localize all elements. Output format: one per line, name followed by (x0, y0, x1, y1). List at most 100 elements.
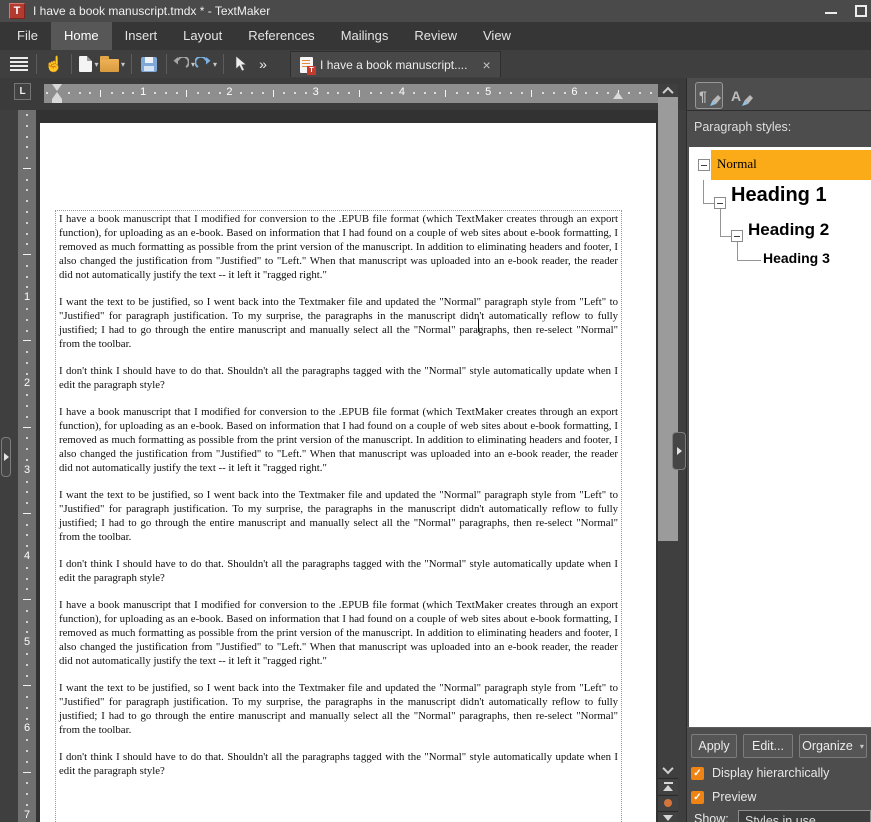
tab-stop-selector[interactable]: L (14, 83, 31, 100)
style-item-heading-2[interactable]: Heading 2 (748, 220, 829, 240)
option-preview[interactable]: ✓Preview (691, 789, 756, 805)
ruler-tick (467, 92, 469, 94)
character-styles-tab[interactable]: A (727, 82, 755, 109)
ruler-tick (628, 92, 630, 94)
ruler-number: 3 (18, 464, 36, 476)
undo-button[interactable]: ▾ (173, 52, 195, 76)
ruler-tick (26, 222, 28, 224)
paragraph[interactable]: I want the text to be justified, so I we… (59, 681, 618, 737)
apply-button[interactable]: Apply (691, 734, 737, 758)
tree-collapse-icon[interactable] (731, 230, 743, 242)
tree-connector (703, 180, 704, 204)
paragraph-styles-list[interactable]: Normal Heading 1 Heading 2 Heading 3 (689, 147, 871, 727)
ruler-tick (26, 146, 28, 148)
hanging-indent-marker[interactable] (52, 92, 62, 99)
browse-object-button[interactable] (658, 795, 678, 810)
chevron-down-icon[interactable]: ▾ (94, 60, 98, 69)
style-item-normal[interactable]: Normal (717, 156, 757, 172)
ruler-tick (26, 524, 28, 526)
open-button[interactable]: ▾ (100, 52, 125, 76)
toolbar-separator (36, 54, 37, 74)
save-button[interactable] (138, 52, 160, 76)
paragraph-styles-tab[interactable]: ¶ (695, 82, 723, 109)
menu-item-insert[interactable]: Insert (112, 22, 171, 50)
maximize-button[interactable] (848, 0, 871, 22)
menu-item-view[interactable]: View (470, 22, 524, 50)
menu-item-references[interactable]: References (235, 22, 327, 50)
first-line-indent-marker[interactable] (52, 84, 62, 91)
organize-button[interactable]: Organize ▾ (799, 734, 867, 758)
object-mode-button[interactable] (230, 52, 252, 76)
text-frame[interactable]: I have a book manuscript that I modified… (55, 210, 622, 822)
right-sidebar-toggle[interactable] (672, 432, 686, 470)
paragraph[interactable]: I want the text to be justified, so I we… (59, 488, 618, 544)
tab-close-icon[interactable]: × (482, 57, 490, 73)
menu-item-mailings[interactable]: Mailings (328, 22, 402, 50)
option-display-hierarchically[interactable]: ✓Display hierarchically (691, 765, 829, 781)
paragraph[interactable]: I don't think I should have to do that. … (59, 750, 618, 778)
new-document-button[interactable]: ▾ (78, 52, 100, 76)
ruler-tick (26, 405, 28, 407)
ruler-tick (26, 696, 28, 698)
ruler-tick (240, 92, 242, 94)
paragraph[interactable]: I have a book manuscript that I modified… (59, 598, 618, 668)
left-indent-marker[interactable] (52, 99, 62, 103)
paragraph[interactable]: I have a book manuscript that I modified… (59, 405, 618, 475)
style-item-heading-1[interactable]: Heading 1 (731, 184, 827, 207)
ruler-tick (26, 233, 28, 235)
ruler-tick (26, 351, 28, 353)
redo-button[interactable]: ▾ (195, 52, 217, 76)
chevron-down-icon[interactable]: ▾ (213, 60, 217, 69)
show-filter-select[interactable]: Styles in use (738, 810, 871, 822)
paragraph[interactable]: I want the text to be justified, so I we… (59, 295, 618, 351)
ruler-tick (262, 92, 264, 94)
character-style-icon: A (731, 87, 751, 105)
checkbox-checked-icon[interactable]: ✓ (691, 791, 704, 804)
next-page-button[interactable] (658, 811, 678, 822)
ruler-tick (585, 92, 587, 94)
ruler-tick (26, 675, 28, 677)
previous-page-button[interactable] (658, 778, 678, 794)
ruler-tick (337, 92, 339, 94)
ruler-tick (359, 90, 360, 97)
ruler-tick (23, 685, 31, 686)
bar-icon (664, 782, 673, 784)
left-sidebar-toggle[interactable] (1, 437, 11, 477)
ruler-tick (26, 610, 28, 612)
ruler-number: 1 (18, 291, 36, 303)
checkbox-checked-icon[interactable]: ✓ (691, 767, 704, 780)
right-indent-marker[interactable] (613, 92, 623, 99)
menu-item-review[interactable]: Review (401, 22, 470, 50)
paragraph[interactable]: I don't think I should have to do that. … (59, 557, 618, 585)
menu-item-home[interactable]: Home (51, 22, 112, 50)
ruler-tick (26, 567, 28, 569)
ruler-number: 4 (396, 86, 408, 98)
scroll-down-button[interactable] (658, 763, 678, 777)
ruler-tick (26, 502, 28, 504)
document-tab[interactable]: I have a book manuscript.... × (290, 51, 501, 77)
page: I have a book manuscript that I modified… (40, 123, 656, 822)
edit-button[interactable]: Edit... (743, 734, 793, 758)
ruler-tick (26, 653, 28, 655)
scroll-up-button[interactable] (658, 84, 678, 97)
tree-collapse-icon[interactable] (698, 159, 710, 171)
style-item-heading-3[interactable]: Heading 3 (763, 250, 830, 266)
tree-connector (703, 203, 714, 204)
ruler-tick (26, 664, 28, 666)
paragraph[interactable]: I have a book manuscript that I modified… (59, 212, 618, 282)
menu-lines-button[interactable] (8, 52, 30, 76)
textmaker-window: T I have a book manuscript.tmdx * - Text… (0, 0, 871, 822)
paragraph[interactable]: I don't think I should have to do that. … (59, 364, 618, 392)
tree-collapse-icon[interactable] (714, 197, 726, 209)
ruler-tick (122, 92, 124, 94)
title-bar: T I have a book manuscript.tmdx * - Text… (0, 0, 871, 22)
chevron-down-icon[interactable]: ▾ (121, 60, 125, 69)
toolbar-overflow-button[interactable]: » (252, 52, 274, 76)
object-pointer-icon (235, 56, 247, 72)
touch-mode-button[interactable]: ☝ (43, 52, 65, 76)
scrollbar-thumb[interactable] (658, 97, 678, 541)
toolbar-separator (166, 54, 167, 74)
menu-item-file[interactable]: File (4, 22, 51, 50)
minimize-button[interactable] (818, 0, 844, 22)
menu-item-layout[interactable]: Layout (170, 22, 235, 50)
